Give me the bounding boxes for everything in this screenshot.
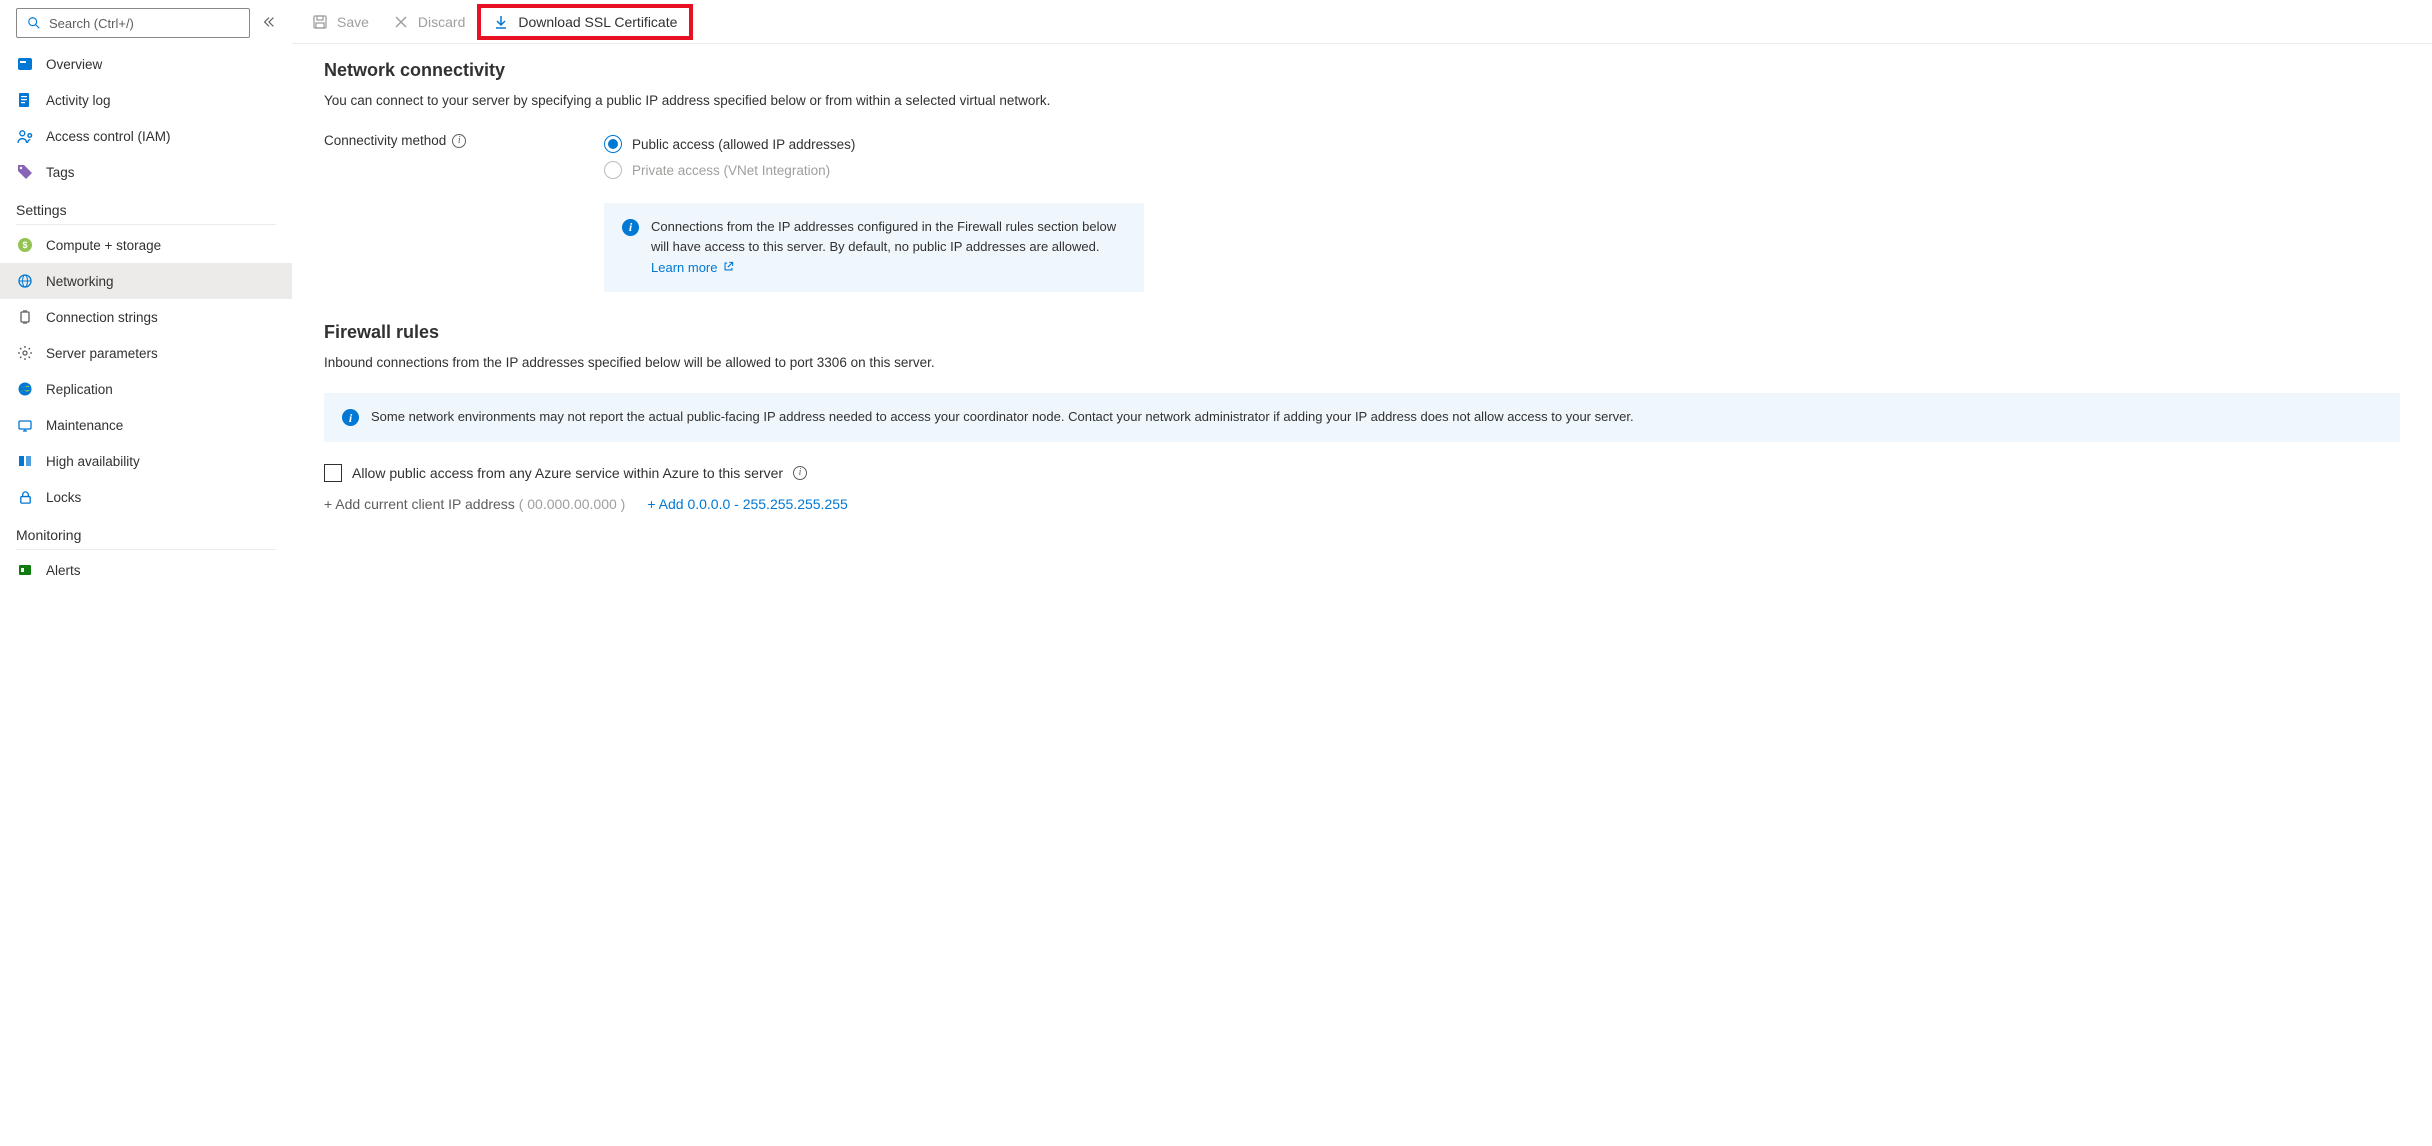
sidebar-item-activity-log[interactable]: Activity log xyxy=(0,82,292,118)
people-icon xyxy=(16,127,34,145)
radio-unselected-icon xyxy=(604,161,622,179)
discard-icon xyxy=(393,14,409,30)
connection-strings-icon xyxy=(16,308,34,326)
nav-label: High availability xyxy=(46,454,140,469)
maintenance-icon xyxy=(16,416,34,434)
sidebar-item-tags[interactable]: Tags xyxy=(0,154,292,190)
collapse-sidebar-button[interactable] xyxy=(258,11,280,36)
sidebar-item-maintenance[interactable]: Maintenance xyxy=(0,407,292,443)
option-public-access[interactable]: Public access (allowed IP addresses) xyxy=(604,131,2400,157)
network-env-info-box: i Some network environments may not repo… xyxy=(324,393,2400,441)
nav-group-monitoring: Monitoring xyxy=(0,515,292,547)
download-ssl-label: Download SSL Certificate xyxy=(518,14,677,30)
sidebar-item-overview[interactable]: Overview xyxy=(0,46,292,82)
firewall-access-info-box: i Connections from the IP addresses conf… xyxy=(604,203,1144,292)
connectivity-method-row: Connectivity method i Public access (all… xyxy=(324,131,2400,183)
ip-actions-row: + Add current client IP address ( 00.000… xyxy=(324,496,2400,512)
sidebar-item-server-parameters[interactable]: Server parameters xyxy=(0,335,292,371)
save-button[interactable]: Save xyxy=(300,8,381,36)
info-text: Connections from the IP addresses config… xyxy=(651,217,1126,278)
nav-label: Overview xyxy=(46,57,102,72)
compute-icon: $ xyxy=(16,236,34,254)
search-row xyxy=(0,0,292,46)
sidebar-item-locks[interactable]: Locks xyxy=(0,479,292,515)
option-public-label: Public access (allowed IP addresses) xyxy=(632,137,855,152)
radio-selected-icon xyxy=(604,135,622,153)
add-any-ip-range[interactable]: + Add 0.0.0.0 - 255.255.255.255 xyxy=(647,496,847,512)
alerts-icon xyxy=(16,561,34,579)
network-connectivity-desc: You can connect to your server by specif… xyxy=(324,91,2400,111)
info-icon: i xyxy=(622,219,639,236)
nav-label: Networking xyxy=(46,274,114,289)
checkbox-unchecked-icon[interactable] xyxy=(324,464,342,482)
nav-label: Maintenance xyxy=(46,418,123,433)
sidebar-item-alerts[interactable]: Alerts xyxy=(0,552,292,588)
nav-label: Locks xyxy=(46,490,81,505)
highlight-download-ssl: Download SSL Certificate xyxy=(477,4,693,40)
external-link-icon xyxy=(723,258,734,278)
discard-button[interactable]: Discard xyxy=(381,8,477,36)
nav-group-settings: Settings xyxy=(0,190,292,222)
firewall-rules-title: Firewall rules xyxy=(324,322,2400,343)
search-box[interactable] xyxy=(16,8,250,38)
nav-label: Tags xyxy=(46,165,75,180)
connectivity-method-label: Connectivity method i xyxy=(324,131,584,148)
info-text: Some network environments may not report… xyxy=(371,407,1634,427)
nav-label: Replication xyxy=(46,382,113,397)
sidebar-item-connection-strings[interactable]: Connection strings xyxy=(0,299,292,335)
search-input[interactable] xyxy=(49,16,241,31)
tag-icon xyxy=(16,163,34,181)
nav-label: Compute + storage xyxy=(46,238,161,253)
sidebar: Overview Activity log Access control (IA… xyxy=(0,0,292,1146)
info-hint-icon[interactable]: i xyxy=(793,466,807,480)
nav-label: Server parameters xyxy=(46,346,158,361)
client-ip-placeholder: ( 00.000.00.000 ) xyxy=(519,496,626,512)
nav-label: Connection strings xyxy=(46,310,158,325)
high-availability-icon xyxy=(16,452,34,470)
learn-more-link[interactable]: Learn more xyxy=(651,260,734,275)
discard-label: Discard xyxy=(418,14,465,30)
sidebar-item-networking[interactable]: Networking xyxy=(0,263,292,299)
save-icon xyxy=(312,14,328,30)
main: Save Discard Download SSL Certificate Ne… xyxy=(292,0,2432,1146)
nav-label: Access control (IAM) xyxy=(46,129,171,144)
save-label: Save xyxy=(337,14,369,30)
nav-scroll[interactable]: Overview Activity log Access control (IA… xyxy=(0,46,292,1146)
sidebar-item-compute-storage[interactable]: $ Compute + storage xyxy=(0,227,292,263)
info-icon: i xyxy=(342,409,359,426)
nav-separator xyxy=(16,549,276,550)
info-hint-icon[interactable]: i xyxy=(452,134,466,148)
sidebar-item-high-availability[interactable]: High availability xyxy=(0,443,292,479)
add-current-client-ip[interactable]: + Add current client IP address ( 00.000… xyxy=(324,496,625,512)
allow-azure-access-row[interactable]: Allow public access from any Azure servi… xyxy=(324,464,2400,482)
globe-icon xyxy=(16,380,34,398)
mysql-icon xyxy=(16,55,34,73)
option-private-access: Private access (VNet Integration) xyxy=(604,157,2400,183)
option-private-label: Private access (VNet Integration) xyxy=(632,163,830,178)
networking-icon xyxy=(16,272,34,290)
download-icon xyxy=(493,14,509,30)
svg-text:$: $ xyxy=(22,240,27,250)
firewall-rules-desc: Inbound connections from the IP addresse… xyxy=(324,353,2400,373)
toolbar: Save Discard Download SSL Certificate xyxy=(292,0,2432,44)
lock-icon xyxy=(16,488,34,506)
sidebar-item-access-control[interactable]: Access control (IAM) xyxy=(0,118,292,154)
content: Network connectivity You can connect to … xyxy=(292,44,2432,1146)
gear-icon xyxy=(16,344,34,362)
connectivity-method-options: Public access (allowed IP addresses) Pri… xyxy=(604,131,2400,183)
nav-label: Activity log xyxy=(46,93,111,108)
network-connectivity-title: Network connectivity xyxy=(324,60,2400,81)
sidebar-item-replication[interactable]: Replication xyxy=(0,371,292,407)
activity-log-icon xyxy=(16,91,34,109)
nav-label: Alerts xyxy=(46,563,81,578)
nav-separator xyxy=(16,224,276,225)
search-icon xyxy=(25,14,43,32)
download-ssl-button[interactable]: Download SSL Certificate xyxy=(481,8,689,36)
allow-azure-label: Allow public access from any Azure servi… xyxy=(352,465,783,481)
